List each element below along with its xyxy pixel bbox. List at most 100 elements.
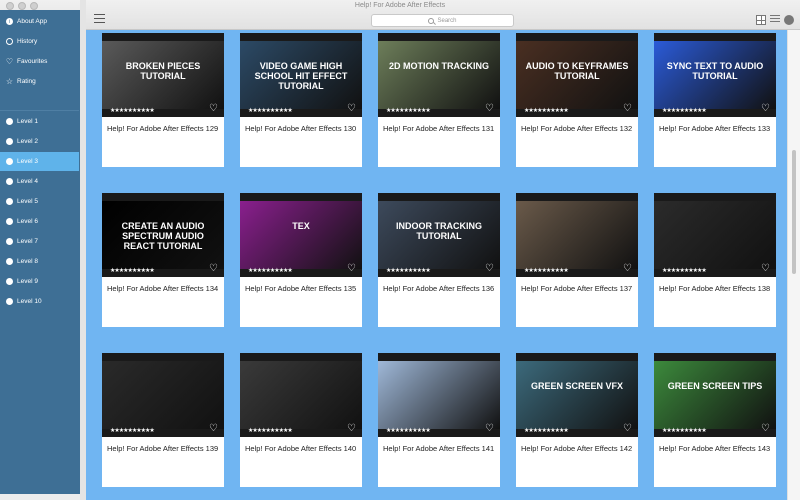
- favourite-heart-icon[interactable]: ♡: [485, 103, 494, 114]
- level-icon: [6, 278, 13, 285]
- sidebar-item-level-7[interactable]: Level 7: [0, 232, 79, 251]
- search-input[interactable]: Search: [371, 14, 514, 27]
- video-thumbnail[interactable]: GREEN SCREEN TIPS ★★★★★★★★★★ ♡: [654, 353, 776, 437]
- sidebar-item-favourites[interactable]: ♡ Favourites: [0, 52, 79, 71]
- video-card[interactable]: GREEN SCREEN VFX ★★★★★★★★★★ ♡ Help! For Ado…: [516, 353, 638, 487]
- video-thumbnail[interactable]: ★★★★★★★★★★ ♡: [378, 353, 500, 437]
- video-thumbnail[interactable]: ★★★★★★★★★★ ♡: [240, 353, 362, 437]
- favourite-heart-icon[interactable]: ♡: [761, 103, 770, 114]
- sidebar-item-level-2[interactable]: Level 2: [0, 132, 79, 151]
- video-card[interactable]: 2D MOTION TRACKING ★★★★★★★★★★ ♡ Help! For A…: [378, 33, 500, 167]
- video-card[interactable]: ★★★★★★★★★★ ♡ Help! For Adobe After Effects…: [654, 193, 776, 327]
- sidebar-divider: [0, 110, 79, 111]
- video-card[interactable]: ★★★★★★★★★★ ♡ Help! For Adobe After Effects…: [378, 353, 500, 487]
- video-card[interactable]: VIDEO GAME HIGH SCHOOL HIT EFFECT TUTORI…: [240, 33, 362, 167]
- heart-icon: ♡: [5, 57, 14, 66]
- video-thumbnail[interactable]: AUDIO TO KEYFRAMES TUTORIAL ★★★★★★★★★★ ♡: [516, 33, 638, 117]
- favourite-heart-icon[interactable]: ♡: [209, 103, 218, 114]
- sidebar-item-level-4[interactable]: Level 4: [0, 172, 79, 191]
- video-thumbnail[interactable]: ★★★★★★★★★★ ♡: [654, 193, 776, 277]
- favourite-heart-icon[interactable]: ♡: [761, 423, 770, 434]
- thumbnail-caption: 2D MOTION TRACKING: [389, 61, 489, 71]
- sidebar-item-level-8[interactable]: Level 8: [0, 252, 79, 271]
- sidebar-item-rating[interactable]: ☆ Rating: [0, 72, 79, 91]
- scrollbar-thumb[interactable]: [792, 150, 796, 274]
- video-card[interactable]: GREEN SCREEN TIPS ★★★★★★★★★★ ♡ Help! For Ad…: [654, 353, 776, 487]
- thumbnail-caption: TEX: [292, 221, 310, 231]
- video-thumbnail[interactable]: SYNC TEXT TO AUDIO TUTORIAL ★★★★★★★★★★ ♡: [654, 33, 776, 117]
- level-icon: [6, 238, 13, 245]
- video-card[interactable]: BROKEN PIECES TUTORIAL ★★★★★★★★★★ ♡ Help! F…: [102, 33, 224, 167]
- favourite-heart-icon[interactable]: ♡: [347, 263, 356, 274]
- sidebar-item-level-3[interactable]: Level 3: [0, 152, 79, 171]
- video-title: Help! For Adobe After Effects 129: [107, 124, 219, 133]
- rating-stars: ★★★★★★★★★★: [110, 428, 155, 434]
- video-thumbnail[interactable]: ★★★★★★★★★★ ♡: [516, 193, 638, 277]
- video-card[interactable]: ★★★★★★★★★★ ♡ Help! For Adobe After Effects…: [516, 193, 638, 327]
- sidebar-item-history[interactable]: History: [0, 32, 79, 51]
- sidebar-item-level-9[interactable]: Level 9: [0, 272, 79, 291]
- thumbnail-caption: CREATE AN AUDIO SPECTRUM AUDIO REACT TUT…: [121, 221, 205, 251]
- level-icon: [6, 218, 13, 225]
- star-icon: ☆: [5, 77, 14, 86]
- thumbnail-image: [516, 201, 638, 269]
- rating-stars: ★★★★★★★★★★: [110, 268, 155, 274]
- clock-icon: [6, 38, 13, 45]
- level-icon: [6, 138, 13, 145]
- video-thumbnail[interactable]: INDOOR TRACKING TUTORIAL ★★★★★★★★★★ ♡: [378, 193, 500, 277]
- video-thumbnail[interactable]: 2D MOTION TRACKING ★★★★★★★★★★ ♡: [378, 33, 500, 117]
- video-title: Help! For Adobe After Effects 142: [521, 444, 633, 453]
- video-thumbnail[interactable]: TEX ★★★★★★★★★★ ♡: [240, 193, 362, 277]
- grid-view-icon[interactable]: [756, 15, 766, 25]
- thumbnail-caption: BROKEN PIECES TUTORIAL: [125, 61, 201, 81]
- title-bar: Help! For Adobe After Effects Search: [0, 0, 800, 30]
- favourite-heart-icon[interactable]: ♡: [209, 423, 218, 434]
- video-thumbnail[interactable]: ★★★★★★★★★★ ♡: [102, 353, 224, 437]
- rating-stars: ★★★★★★★★★★: [386, 268, 431, 274]
- sidebar-item-level-5[interactable]: Level 5: [0, 192, 79, 211]
- video-card[interactable]: TEX ★★★★★★★★★★ ♡ Help! For Adobe After Effe…: [240, 193, 362, 327]
- vertical-scrollbar[interactable]: [787, 30, 800, 500]
- info-icon[interactable]: [784, 15, 794, 25]
- info-icon: i: [6, 18, 13, 25]
- sidebar-item-level-6[interactable]: Level 6: [0, 212, 79, 231]
- window-title: Help! For Adobe After Effects: [354, 2, 446, 9]
- video-card[interactable]: INDOOR TRACKING TUTORIAL ★★★★★★★★★★ ♡ Help!…: [378, 193, 500, 327]
- video-card[interactable]: SYNC TEXT TO AUDIO TUTORIAL ★★★★★★★★★★ ♡ He…: [654, 33, 776, 167]
- favourite-heart-icon[interactable]: ♡: [209, 263, 218, 274]
- video-title: Help! For Adobe After Effects 135: [245, 284, 357, 293]
- video-title: Help! For Adobe After Effects 133: [659, 124, 771, 133]
- favourite-heart-icon[interactable]: ♡: [623, 263, 632, 274]
- favourite-heart-icon[interactable]: ♡: [485, 423, 494, 434]
- video-thumbnail[interactable]: GREEN SCREEN VFX ★★★★★★★★★★ ♡: [516, 353, 638, 437]
- video-title: Help! For Adobe After Effects 132: [521, 124, 633, 133]
- sidebar-item-label: Rating: [17, 78, 36, 85]
- sidebar-item-level-10[interactable]: Level 10: [0, 292, 79, 311]
- video-thumbnail[interactable]: BROKEN PIECES TUTORIAL ★★★★★★★★★★ ♡: [102, 33, 224, 117]
- video-title: Help! For Adobe After Effects 134: [107, 284, 219, 293]
- video-thumbnail[interactable]: CREATE AN AUDIO SPECTRUM AUDIO REACT TUT…: [102, 193, 224, 277]
- video-card[interactable]: ★★★★★★★★★★ ♡ Help! For Adobe After Effects…: [102, 353, 224, 487]
- menu-toggle-icon[interactable]: [94, 14, 105, 23]
- favourite-heart-icon[interactable]: ♡: [623, 423, 632, 434]
- sidebar-item-label: Level 3: [17, 158, 38, 165]
- favourite-heart-icon[interactable]: ♡: [623, 103, 632, 114]
- sidebar-item-level-1[interactable]: Level 1: [0, 112, 79, 131]
- list-view-icon[interactable]: [770, 15, 780, 25]
- sidebar-item-label: Level 10: [17, 298, 42, 305]
- video-card[interactable]: CREATE AN AUDIO SPECTRUM AUDIO REACT TUT…: [102, 193, 224, 327]
- search-icon: [428, 17, 435, 24]
- favourite-heart-icon[interactable]: ♡: [485, 263, 494, 274]
- video-title: Help! For Adobe After Effects 130: [245, 124, 357, 133]
- video-card[interactable]: AUDIO TO KEYFRAMES TUTORIAL ★★★★★★★★★★ ♡ He…: [516, 33, 638, 167]
- sidebar-item-about-app[interactable]: i About App: [0, 12, 79, 31]
- favourite-heart-icon[interactable]: ♡: [761, 263, 770, 274]
- thumbnail-caption: SYNC TEXT TO AUDIO TUTORIAL: [666, 61, 764, 81]
- video-title: Help! For Adobe After Effects 137: [521, 284, 633, 293]
- video-thumbnail[interactable]: VIDEO GAME HIGH SCHOOL HIT EFFECT TUTORI…: [240, 33, 362, 117]
- rating-stars: ★★★★★★★★★★: [248, 428, 293, 434]
- favourite-heart-icon[interactable]: ♡: [347, 103, 356, 114]
- sidebar-item-label: Level 1: [17, 118, 38, 125]
- favourite-heart-icon[interactable]: ♡: [347, 423, 356, 434]
- video-card[interactable]: ★★★★★★★★★★ ♡ Help! For Adobe After Effects…: [240, 353, 362, 487]
